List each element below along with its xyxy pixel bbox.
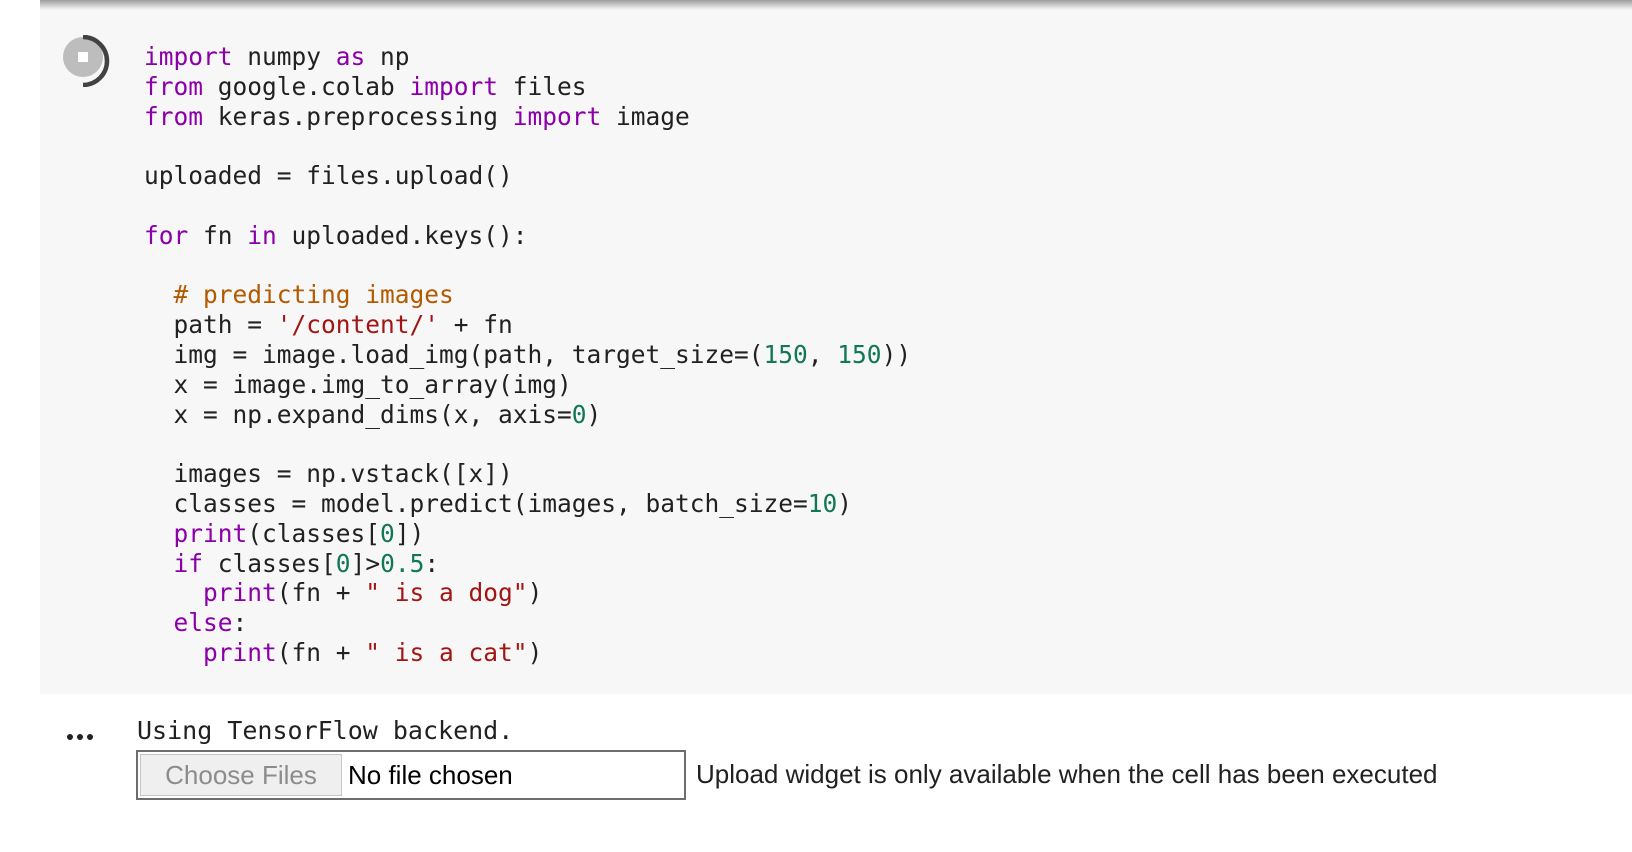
code-token: 0.5 bbox=[380, 548, 425, 578]
code-line: # predicting images bbox=[144, 280, 911, 310]
code-token: 150 bbox=[837, 339, 882, 369]
code-token: # predicting images bbox=[173, 280, 454, 310]
output-actions-button[interactable] bbox=[65, 718, 101, 742]
code-token: " is a cat" bbox=[365, 637, 528, 667]
code-token: ) bbox=[527, 637, 543, 667]
choose-files-button[interactable]: Choose Files bbox=[140, 754, 342, 796]
code-token: + fn bbox=[439, 310, 513, 340]
code-line: from keras.preprocessing import image bbox=[144, 102, 911, 132]
code-token: for bbox=[144, 220, 189, 250]
code-token: google.colab bbox=[203, 71, 410, 101]
code-token: print bbox=[203, 637, 277, 667]
more-horizontal-icon bbox=[67, 734, 73, 740]
more-horizontal-icon bbox=[87, 734, 93, 740]
code-line: print(fn + " is a cat") bbox=[144, 638, 911, 668]
code-token: if bbox=[173, 548, 204, 578]
code-token: files bbox=[498, 71, 587, 101]
code-token: , bbox=[807, 339, 838, 369]
more-horizontal-icon bbox=[77, 734, 83, 740]
code-token: x = image.img_to_array(img) bbox=[144, 369, 572, 399]
code-token: path = bbox=[144, 310, 277, 340]
code-token: import bbox=[512, 101, 602, 131]
code-token: print bbox=[173, 518, 248, 548]
code-token: (fn + bbox=[276, 637, 366, 667]
code-token: : bbox=[424, 548, 440, 578]
code-token: in bbox=[247, 220, 277, 250]
code-token: else bbox=[173, 608, 233, 638]
stop-icon bbox=[63, 35, 110, 87]
code-token: np bbox=[365, 42, 410, 71]
file-upload-widget[interactable]: Choose Files No file chosen bbox=[136, 750, 686, 800]
code-token: x = np.expand_dims(x, axis= bbox=[144, 399, 572, 429]
code-token: 0 bbox=[571, 399, 587, 429]
code-token: image bbox=[601, 101, 690, 131]
code-token: 150 bbox=[763, 339, 808, 369]
code-line: if classes[0]>0.5: bbox=[144, 549, 911, 579]
code-token: fn bbox=[188, 220, 248, 250]
stop-execution-button[interactable] bbox=[61, 35, 113, 87]
output-text: Using TensorFlow backend. bbox=[137, 716, 514, 745]
code-token: 0 bbox=[335, 548, 351, 578]
code-token: keras.preprocessing bbox=[203, 101, 513, 131]
code-token: as bbox=[335, 42, 366, 71]
code-line: img = image.load_img(path, target_size=(… bbox=[144, 339, 912, 370]
code-token: (fn + bbox=[276, 578, 366, 608]
code-token: img = image.load_img(path, target_size=( bbox=[144, 339, 764, 369]
code-token: uploaded.keys(): bbox=[276, 220, 528, 250]
code-token: import bbox=[409, 71, 499, 101]
code-token: import bbox=[144, 42, 233, 71]
code-line: images = np.vstack([x]) bbox=[144, 459, 911, 489]
code-line: uploaded = files.upload() bbox=[144, 161, 911, 191]
code-token: )) bbox=[881, 339, 912, 369]
code-token: 0 bbox=[380, 518, 395, 548]
file-status-label: No file chosen bbox=[348, 760, 513, 790]
code-token: (classes[ bbox=[247, 518, 381, 548]
code-token: '/content/' bbox=[276, 310, 440, 340]
code-token: from bbox=[144, 101, 204, 131]
code-line: x = np.expand_dims(x, axis=0) bbox=[144, 400, 911, 430]
code-token: images = np.vstack([x]) bbox=[144, 459, 513, 489]
code-token: classes[ bbox=[203, 548, 336, 578]
code-token: ]> bbox=[350, 548, 381, 578]
code-token: numpy bbox=[232, 42, 336, 71]
code-line: print(fn + " is a dog") bbox=[144, 578, 911, 608]
code-line: classes = model.predict(images, batch_si… bbox=[144, 489, 911, 519]
code-line: for fn in uploaded.keys(): bbox=[144, 221, 911, 251]
code-token: ) bbox=[837, 488, 853, 518]
code-token: ]) bbox=[394, 518, 425, 548]
code-token: ) bbox=[527, 578, 543, 608]
code-token: classes = model.predict(images, batch_si… bbox=[144, 488, 808, 518]
code-token: 10 bbox=[807, 488, 838, 518]
code-line: x = image.img_to_array(img) bbox=[144, 370, 911, 400]
code-line: import numpy as np bbox=[144, 42, 911, 72]
code-token: uploaded = files.upload() bbox=[144, 161, 513, 191]
code-token: from bbox=[144, 71, 204, 101]
code-line: print(classes[0]) bbox=[144, 519, 911, 549]
code-token: " is a dog" bbox=[365, 578, 528, 608]
code-line: else: bbox=[144, 608, 911, 638]
upload-widget-note: Upload widget is only available when the… bbox=[696, 759, 1438, 789]
code-token: ) bbox=[586, 399, 602, 429]
code-line: from google.colab import files bbox=[144, 72, 911, 102]
code-editor[interactable]: import numpy as np from google.colab impo… bbox=[144, 42, 911, 668]
code-token: : bbox=[232, 608, 248, 638]
code-token: print bbox=[203, 578, 277, 608]
code-line: path = '/content/' + fn bbox=[144, 310, 911, 340]
cell-top-shadow bbox=[40, 0, 1632, 10]
